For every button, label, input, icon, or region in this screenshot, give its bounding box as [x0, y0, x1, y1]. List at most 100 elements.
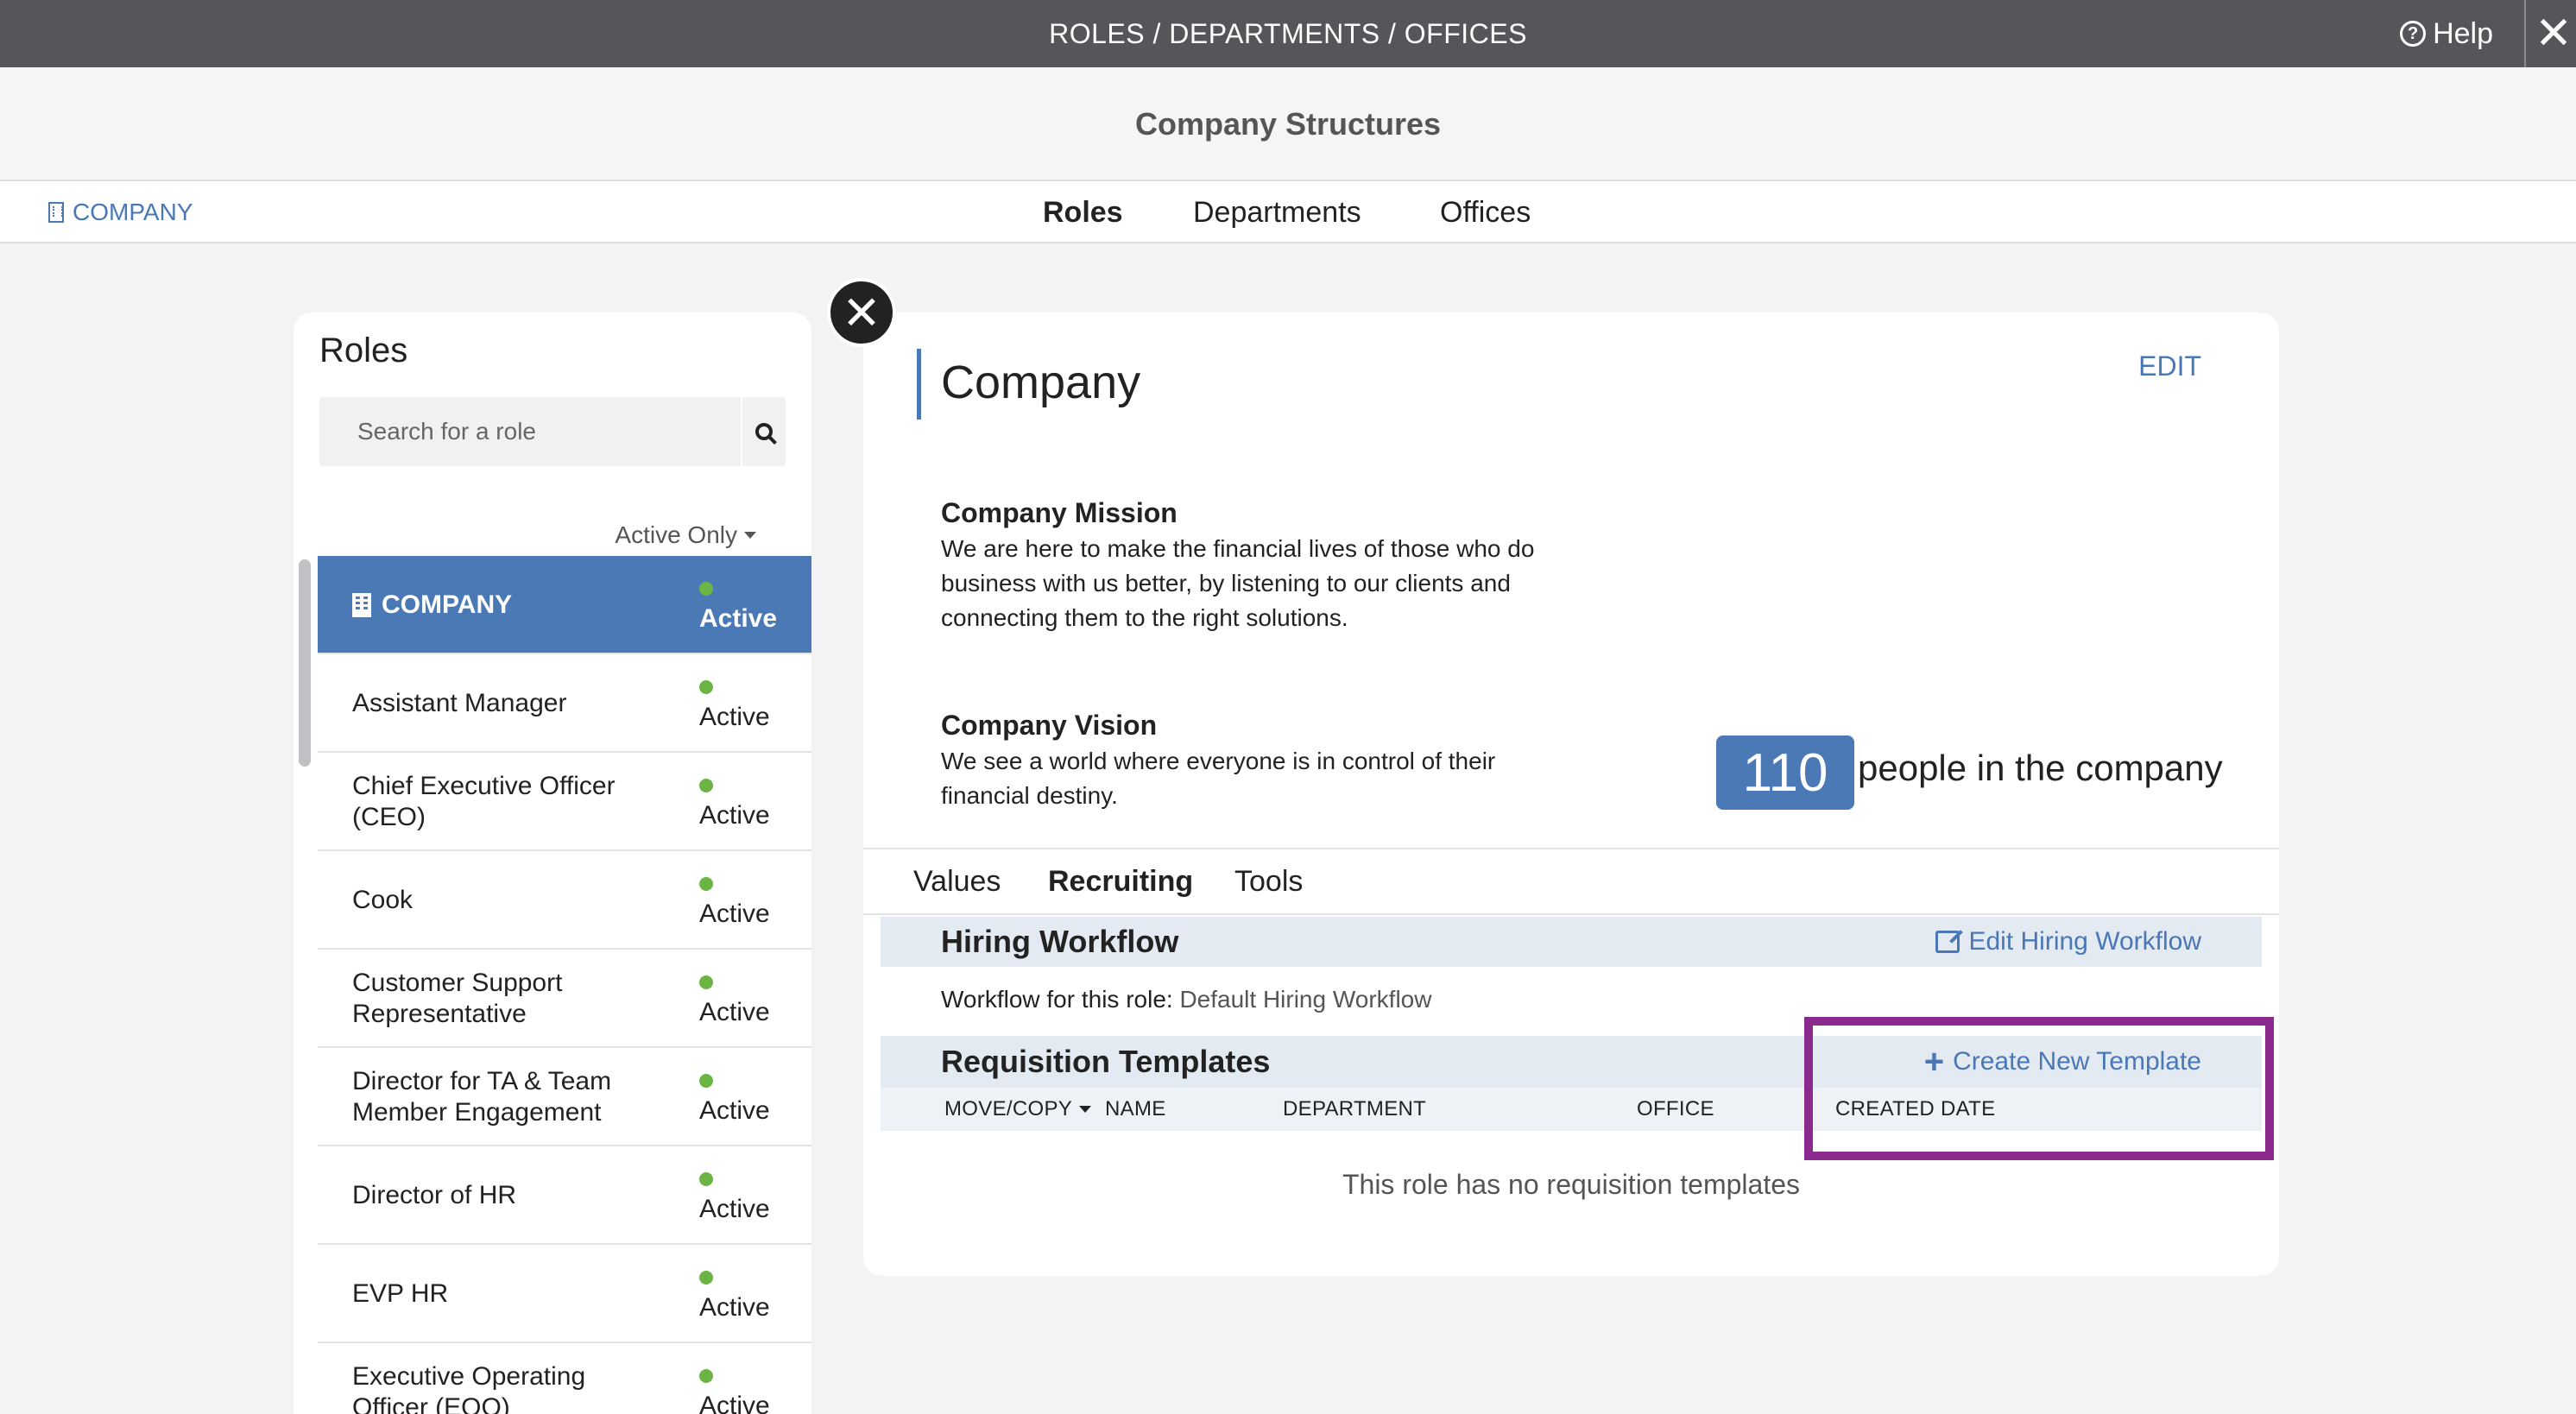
status-dot — [699, 680, 713, 694]
column-move-copy[interactable]: MOVE/COPY — [944, 1088, 1092, 1131]
status-text: Active — [699, 1096, 770, 1125]
requisition-templates-header: Requisition Templates + Create New Templ… — [881, 1036, 2262, 1088]
role-list: COMPANY Active Assistant Manager Active … — [318, 556, 811, 1414]
topbar-title: ROLES / DEPARTMENTS / OFFICES — [1049, 18, 1527, 49]
search-icon — [755, 423, 773, 440]
column-label: MOVE/COPY — [944, 1097, 1073, 1120]
plus-icon: + — [1923, 1043, 1945, 1081]
role-item-cook[interactable]: Cook Active — [318, 851, 811, 950]
create-new-template-label: Create New Template — [1953, 1047, 2201, 1076]
role-item-director-of-hr[interactable]: Director of HR Active — [318, 1146, 811, 1245]
role-detail-panel: Company EDIT Company Mission We are here… — [863, 312, 2279, 1276]
close-detail-button[interactable]: ✕ — [827, 278, 896, 347]
tab-recruiting[interactable]: Recruiting — [1048, 865, 1193, 899]
building-icon — [48, 202, 64, 223]
workflow-line: Workflow for this role: Default Hiring W… — [941, 986, 1431, 1013]
search-button[interactable] — [741, 397, 786, 466]
edit-icon — [1935, 931, 1960, 953]
structure-nav: COMPANY Roles Departments Offices — [0, 181, 2576, 243]
caret-down-icon — [1079, 1106, 1092, 1113]
column-department: DEPARTMENT — [1283, 1097, 1427, 1120]
role-search — [319, 397, 786, 466]
page-title: Company Structures — [1134, 106, 1442, 142]
role-item-assistant-manager[interactable]: Assistant Manager Active — [318, 654, 811, 753]
top-bar: ROLES / DEPARTMENTS / OFFICES ? Help ✕ — [0, 0, 2576, 67]
roles-scrollbar[interactable] — [299, 559, 311, 767]
tab-departments[interactable]: Departments — [1193, 181, 1361, 243]
hiring-workflow-header: Hiring Workflow Edit Hiring Workflow — [881, 917, 2262, 967]
role-name: COMPANY — [382, 590, 513, 619]
page-header: Company Structures — [0, 67, 2576, 181]
close-icon: ✕ — [842, 287, 881, 339]
edit-button[interactable]: EDIT — [2138, 350, 2201, 382]
help-button[interactable]: ? Help — [2400, 0, 2493, 67]
roles-panel-title: Roles — [319, 331, 408, 369]
roles-panel: Roles Active Only COMPANY Active Assista… — [294, 312, 811, 1414]
vision-heading: Company Vision — [941, 710, 1158, 741]
detail-title: Company — [941, 357, 1141, 408]
mission-heading: Company Mission — [941, 497, 1178, 528]
role-item-evp-hr[interactable]: EVP HR Active — [318, 1245, 811, 1343]
role-name: Assistant Manager — [352, 689, 567, 717]
tab-roles[interactable]: Roles — [1043, 181, 1123, 243]
workflow-name-link[interactable]: Default Hiring Workflow — [1179, 986, 1431, 1013]
role-item-label: COMPANY — [352, 556, 637, 654]
status-text: Active — [699, 801, 770, 830]
title-accent-bar — [917, 349, 921, 420]
status-text: Active — [699, 998, 770, 1026]
create-new-template-button[interactable]: + Create New Template — [1924, 1036, 2201, 1088]
help-label: Help — [2433, 16, 2493, 50]
question-circle-icon: ? — [2400, 21, 2427, 47]
status-dot — [699, 877, 713, 891]
close-window-icon[interactable]: ✕ — [2531, 0, 2576, 67]
people-count-badge: 110 — [1716, 735, 1854, 810]
column-office: OFFICE — [1637, 1097, 1714, 1120]
status-text: Active — [699, 1293, 770, 1322]
role-item-director-ta[interactable]: Director for TA & Team Member Engagement… — [318, 1048, 811, 1146]
status-filter-label: Active Only — [615, 521, 737, 548]
status-text: Active — [699, 1392, 770, 1414]
vision-text: We see a world where everyone is in cont… — [941, 748, 1496, 809]
edit-hiring-workflow-label: Edit Hiring Workflow — [1968, 927, 2201, 956]
status-dot — [699, 975, 713, 989]
status-text: Active — [699, 1195, 770, 1223]
role-item-eoo[interactable]: Executive Operating Officer (EOO) Active — [318, 1343, 811, 1414]
status-text: Active — [699, 703, 770, 731]
role-item-customer-support-representative[interactable]: Customer Support Representative Active — [318, 950, 811, 1048]
role-item-ceo[interactable]: Chief Executive Officer (CEO) Active — [318, 753, 811, 851]
workflow-prefix: Workflow for this role: — [941, 986, 1173, 1013]
tab-tools[interactable]: Tools — [1234, 865, 1303, 899]
tab-offices[interactable]: Offices — [1440, 181, 1531, 243]
role-item-company[interactable]: COMPANY Active — [318, 556, 811, 654]
role-name: Customer Support Representative — [352, 969, 563, 1028]
status-dot — [699, 1172, 713, 1186]
company-breadcrumb-label: COMPANY — [73, 199, 193, 225]
people-count-label: people in the company — [1858, 748, 2223, 788]
role-name: EVP HR — [352, 1279, 449, 1308]
caret-down-icon — [744, 532, 756, 539]
divider — [863, 913, 2279, 915]
status-text: Active — [699, 900, 770, 928]
building-icon — [352, 593, 371, 617]
role-name: Director of HR — [352, 1181, 517, 1209]
divider — [863, 848, 2279, 849]
status-dot — [699, 1369, 713, 1383]
role-name: Executive Operating Officer (EOO) — [352, 1362, 586, 1414]
status-dot — [699, 1074, 713, 1088]
company-breadcrumb[interactable]: COMPANY — [48, 181, 193, 243]
edit-hiring-workflow-button[interactable]: Edit Hiring Workflow — [1935, 917, 2201, 967]
tab-values[interactable]: Values — [913, 865, 1001, 899]
topbar-divider — [2524, 0, 2526, 67]
role-name: Chief Executive Officer (CEO) — [352, 772, 616, 831]
templates-table-header: MOVE/COPY NAME DEPARTMENT OFFICE CREATED… — [881, 1088, 2262, 1131]
status-dot — [699, 582, 713, 596]
status-text: Active — [699, 604, 778, 633]
role-search-input[interactable] — [319, 397, 734, 466]
role-name: Director for TA & Team Member Engagement — [352, 1067, 612, 1127]
mission-text: We are here to make the financial lives … — [941, 535, 1535, 631]
status-dot — [699, 1271, 713, 1285]
column-created-date: CREATED DATE — [1835, 1097, 1996, 1120]
status-filter-dropdown[interactable]: Active Only — [615, 521, 756, 549]
role-name: Cook — [352, 886, 414, 914]
hiring-workflow-title: Hiring Workflow — [941, 924, 1179, 959]
